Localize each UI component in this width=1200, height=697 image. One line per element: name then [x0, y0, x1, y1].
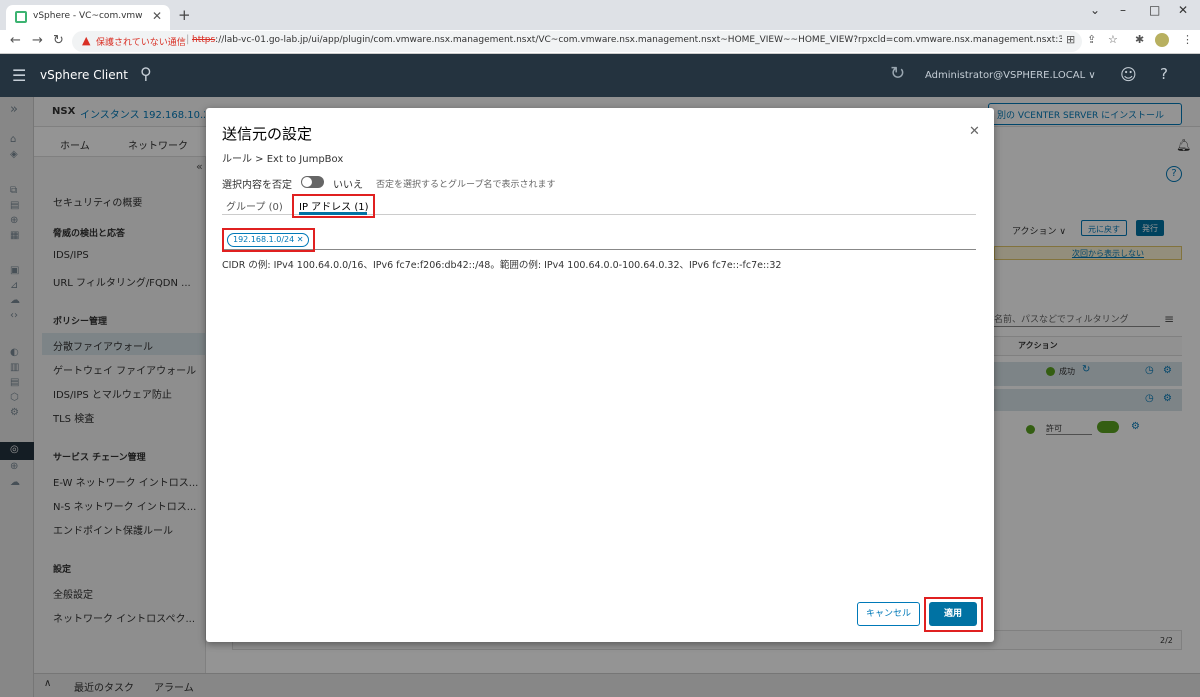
breadcrumb: ルール > Ext to JumpBox	[222, 154, 344, 165]
url-scheme: https	[192, 35, 216, 45]
tab-title: vSphere - VC~com.vmware.nsx.n	[33, 11, 143, 21]
translate-icon[interactable]: ⊞	[1066, 33, 1075, 46]
reload-icon[interactable]: ↻	[53, 33, 64, 48]
negate-hint: 否定を選択するとグループ名で表示されます	[376, 180, 556, 190]
security-warning-text[interactable]: 保護されていない通信	[96, 35, 186, 48]
user-menu[interactable]: Administrator@VSPHERE.LOCAL ∨	[925, 70, 1096, 81]
feedback-smiley-icon[interactable]: ☺	[1120, 65, 1137, 84]
extensions-icon[interactable]: ✱	[1135, 33, 1144, 46]
address-bar-row: ← → ↻ ▲ 保護されていない通信 | https://lab-vc-01.g…	[0, 30, 1200, 54]
dialog-title: 送信元の設定	[222, 125, 313, 143]
new-tab-button[interactable]: +	[178, 6, 191, 24]
negate-toggle[interactable]	[301, 176, 324, 188]
highlight-box	[924, 597, 983, 632]
tab-group[interactable]: グループ (0)	[226, 198, 283, 213]
url-path: ://lab-vc-01.go-lab.jp/ui/app/plugin/com…	[215, 35, 1062, 45]
forward-arrow-icon[interactable]: →	[32, 33, 43, 48]
profile-avatar[interactable]	[1155, 33, 1169, 47]
refresh-icon[interactable]: ↻	[890, 63, 905, 84]
minimize-button[interactable]: –	[1120, 3, 1126, 17]
negate-label: 選択内容を否定	[222, 180, 292, 191]
browser-tab[interactable]: vSphere - VC~com.vmware.nsx.n ✕	[6, 5, 170, 30]
help-icon[interactable]: ?	[1160, 65, 1168, 83]
close-icon[interactable]: ✕	[969, 124, 980, 139]
close-window-button[interactable]: ✕	[1178, 3, 1188, 17]
cancel-button[interactable]: キャンセル	[857, 602, 920, 626]
tab-close-icon[interactable]: ✕	[152, 9, 162, 23]
cidr-example-text: CIDR の例: IPv4 100.64.0.0/16、IPv6 fc7e:f2…	[222, 260, 782, 271]
source-settings-dialog	[206, 108, 994, 642]
toggle-state-label: いいえ	[333, 180, 363, 191]
search-icon[interactable]: ⚲	[140, 64, 152, 83]
share-icon[interactable]: ⇪	[1087, 33, 1096, 46]
kebab-menu-icon[interactable]: ⋮	[1182, 33, 1193, 46]
vsphere-header: ☰ vSphere Client ⚲ ↻ Administrator@VSPHE…	[0, 54, 1200, 97]
back-arrow-icon[interactable]: ←	[10, 33, 21, 48]
url-text[interactable]: https://lab-vc-01.go-lab.jp/ui/app/plugi…	[192, 35, 1062, 45]
highlight-box	[222, 228, 315, 252]
highlight-box	[292, 194, 375, 218]
toggle-knob	[302, 177, 312, 187]
browser-tab-bar: vSphere - VC~com.vmware.nsx.n ✕ + ⌄ – □ …	[0, 0, 1200, 30]
maximize-button[interactable]: □	[1149, 3, 1160, 17]
app-title: vSphere Client	[40, 68, 128, 82]
ip-input-field[interactable]	[222, 228, 976, 250]
warning-triangle-icon[interactable]: ▲	[82, 34, 90, 47]
divider: |	[186, 34, 190, 45]
vsphere-favicon-icon	[15, 11, 27, 23]
menu-icon[interactable]: ☰	[12, 66, 26, 85]
star-icon[interactable]: ☆	[1108, 33, 1118, 46]
chevron-down-icon[interactable]: ⌄	[1090, 3, 1100, 17]
